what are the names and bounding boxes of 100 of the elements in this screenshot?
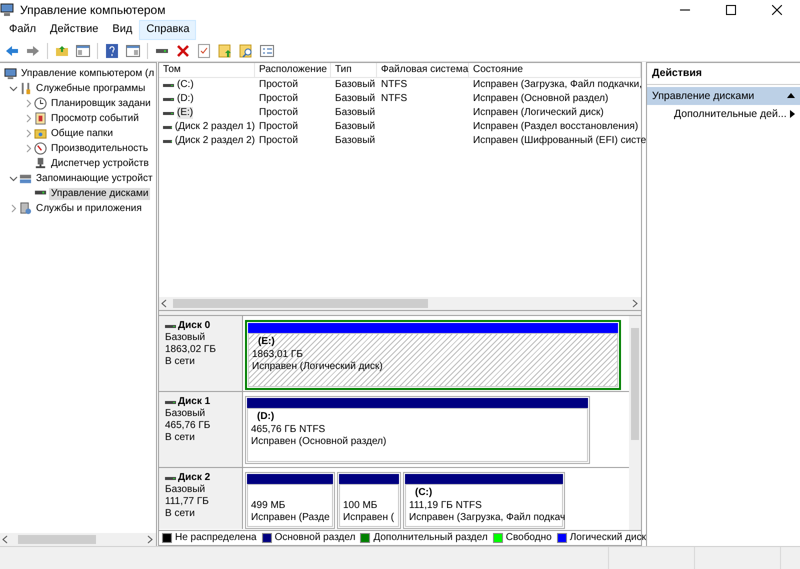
section-title: Управление дисками: [652, 90, 754, 102]
menu-item[interactable]: Справка: [139, 20, 196, 40]
table-cell: Базовый: [335, 135, 376, 146]
partition-bar: [339, 474, 399, 484]
table-cell: Простой: [259, 135, 298, 146]
horizontal-scrollbar[interactable]: [0, 533, 156, 546]
action-label: Дополнительные дей...: [674, 108, 787, 121]
table-cell: NTFS: [381, 93, 408, 104]
storage-icon: [19, 172, 32, 185]
partition[interactable]: 499 МБ Исправен (Разде: [245, 472, 335, 529]
partition-info: 100 МБ: [343, 500, 378, 511]
menu-item[interactable]: Действие: [43, 20, 106, 40]
action-item[interactable]: Дополнительные дей...: [647, 105, 800, 124]
partition-info: 499 МБ: [251, 500, 286, 511]
column-header[interactable]: Расположение: [255, 63, 331, 77]
table-cell: NTFS: [381, 79, 408, 90]
partition-info: 1863,01 ГБ: [252, 349, 303, 360]
table-cell: Базовый: [335, 121, 376, 132]
tree-item[interactable]: Просмотр событий: [49, 112, 141, 124]
computer-icon: [4, 67, 17, 80]
table-cell[interactable]: (D:): [177, 93, 194, 105]
collapse-arrow-icon[interactable]: [787, 93, 795, 98]
gauge-icon: [34, 142, 47, 155]
partition-info: Исправен (Логический диск): [252, 361, 383, 372]
table-cell: Базовый: [335, 93, 376, 104]
table-cell: Исправен (Загрузка, Файл подкачки,: [473, 79, 642, 90]
folder-up-icon[interactable]: [216, 42, 234, 60]
partition[interactable]: (E:) 1863,01 ГБ Исправен (Логический диск): [245, 320, 621, 390]
column-header[interactable]: Том: [159, 63, 255, 77]
actions-section[interactable]: Управление дисками: [647, 86, 800, 106]
partition-label: (E:): [258, 336, 275, 347]
services-icon: [19, 202, 32, 215]
event-log-icon: [34, 112, 47, 125]
tree-item[interactable]: Диспетчер устройств: [49, 158, 151, 170]
disk-name: Диск 1: [178, 396, 210, 408]
table-cell: Базовый: [335, 107, 376, 118]
partition[interactable]: 100 МБ Исправен (: [337, 472, 401, 529]
table-cell[interactable]: (E:): [177, 107, 194, 119]
partition-info: Исправен (: [343, 512, 394, 523]
checklist-icon[interactable]: [195, 42, 213, 60]
disk-info: 1863,02 ГБ: [165, 344, 217, 356]
menu-item[interactable]: Вид: [105, 20, 140, 40]
disk-info: Базовый: [165, 408, 206, 420]
table-cell: Простой: [259, 79, 298, 90]
tree-item[interactable]: Управление дисками: [49, 188, 150, 200]
disk-info: 111,77 ГБ: [165, 496, 210, 508]
table-cell[interactable]: (C:): [177, 79, 194, 91]
tree-item[interactable]: Производительность: [49, 142, 150, 154]
legend-label: Основной раздел: [274, 532, 356, 544]
partition[interactable]: (C:) 111,19 ГБ NTFS Исправен (Загрузка, Файл подкач: [403, 472, 565, 529]
legend-label: Логический диск: [570, 532, 646, 544]
tree-item[interactable]: Запоминающие устройст: [34, 172, 155, 184]
table-cell: Простой: [259, 121, 298, 132]
table-cell[interactable]: (Диск 2 раздел 2): [174, 135, 255, 147]
menu-item[interactable]: Файл: [2, 20, 44, 40]
drive-icon: [163, 110, 174, 116]
clock-icon: [34, 97, 47, 110]
scroll-thumb[interactable]: [631, 328, 639, 440]
table-cell: Базовый: [335, 79, 376, 90]
scroll-thumb[interactable]: [18, 535, 96, 544]
table-cell[interactable]: (Диск 2 раздел 1): [174, 121, 255, 133]
legend-label: Дополнительный раздел: [373, 532, 488, 544]
disk-info: 465,76 ГБ: [165, 420, 212, 432]
disk-name: Диск 2: [178, 472, 210, 484]
vertical-scrollbar[interactable]: [629, 316, 641, 530]
device-icon: [34, 157, 47, 170]
partition-label: (D:): [257, 411, 274, 422]
partition-info: Исправен (Основной раздел): [251, 436, 386, 447]
disk-info: Базовый: [165, 484, 206, 496]
partition-info: Исправен (Загрузка, Файл подкач: [409, 512, 566, 523]
table-cell: Исправен (Шифрованный (EFI) систе: [473, 135, 646, 146]
partition-info: 465,76 ГБ NTFS: [251, 424, 326, 435]
table-cell: Исправен (Основной раздел): [473, 93, 608, 104]
horizontal-scrollbar[interactable]: [159, 297, 641, 310]
help-icon[interactable]: [103, 42, 121, 60]
folder-icon: [34, 127, 47, 140]
column-header[interactable]: Файловая система: [377, 63, 469, 77]
disk-name: Диск 0: [178, 320, 210, 332]
tree-item[interactable]: Планировщик задани: [49, 98, 153, 110]
column-header[interactable]: Состояние: [469, 63, 641, 77]
column-header[interactable]: Тип: [331, 63, 377, 77]
table-cell: Исправен (Логический диск): [473, 107, 604, 118]
tree-item[interactable]: Управление компьютером (л: [19, 68, 156, 80]
partition[interactable]: (D:) 465,76 ГБ NTFS Исправен (Основной раздел): [245, 396, 590, 464]
partition-info: 111,19 ГБ NTFS: [409, 500, 482, 511]
tree-item[interactable]: Служебные программы: [34, 82, 148, 94]
scroll-thumb[interactable]: [173, 299, 428, 308]
tree-item[interactable]: Общие папки: [49, 128, 116, 140]
partition-label: (C:): [415, 487, 432, 498]
tree-item[interactable]: Службы и приложения: [34, 202, 144, 214]
submenu-arrow-icon: [790, 110, 795, 118]
table-cell: Простой: [259, 107, 298, 118]
table-cell: Простой: [259, 93, 298, 104]
disk-info: Базовый: [165, 332, 206, 344]
computer-icon: [0, 3, 14, 17]
disk-info: В сети: [165, 508, 196, 520]
disk-info: В сети: [165, 432, 196, 444]
partition-info: Исправен (Разде: [251, 512, 330, 523]
tools-icon: [19, 82, 32, 95]
legend-label: Не распределена: [175, 532, 257, 544]
